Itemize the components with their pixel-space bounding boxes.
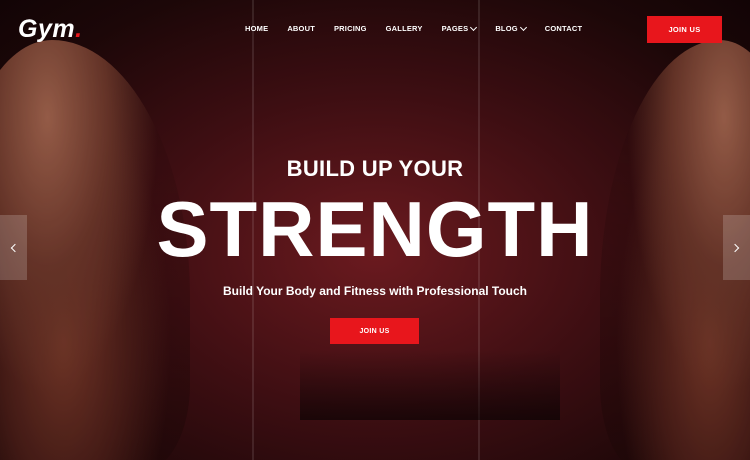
- hero-join-button[interactable]: JOIN US: [330, 318, 419, 344]
- slider-prev-button[interactable]: [0, 215, 27, 280]
- background-dumbbell-rack: [300, 350, 560, 420]
- nav-item-pages[interactable]: PAGES: [441, 23, 478, 33]
- site-header: Gym. HOME ABOUT PRICING GALLERY PAGES BL…: [0, 0, 750, 60]
- hero-pre-title: BUILD UP YOUR: [286, 156, 464, 181]
- logo-dot: .: [75, 15, 83, 43]
- chevron-down-icon: [470, 23, 478, 31]
- hero-title: STRENGTH: [156, 185, 594, 273]
- hero-tagline: Build Your Body and Fitness with Profess…: [222, 284, 528, 298]
- nav-item-about[interactable]: ABOUT: [287, 24, 315, 33]
- nav-label: ABOUT: [287, 24, 315, 33]
- logo-text: Gym: [18, 15, 76, 43]
- chevron-right-icon: [730, 243, 740, 252]
- brand-logo[interactable]: Gym.: [18, 15, 83, 44]
- nav-label: BLOG: [495, 24, 518, 33]
- slider-next-button[interactable]: [723, 215, 750, 280]
- nav-label: PAGES: [441, 24, 469, 33]
- chevron-down-icon: [519, 23, 527, 31]
- header-join-button[interactable]: JOIN US: [647, 16, 722, 43]
- nav-item-contact[interactable]: CONTACT: [545, 24, 583, 33]
- nav-item-blog[interactable]: BLOG: [495, 23, 527, 33]
- nav-label: CONTACT: [544, 24, 583, 33]
- main-navigation: HOME ABOUT PRICING GALLERY PAGES BLOG CO…: [245, 23, 601, 33]
- chevron-left-icon: [10, 243, 20, 252]
- nav-label: HOME: [245, 24, 269, 33]
- nav-item-home[interactable]: HOME: [245, 24, 268, 33]
- hero-section: Gym. HOME ABOUT PRICING GALLERY PAGES BL…: [0, 0, 750, 460]
- nav-label: PRICING: [333, 24, 367, 33]
- nav-label: GALLERY: [385, 24, 423, 33]
- nav-item-pricing[interactable]: PRICING: [334, 24, 367, 33]
- nav-item-gallery[interactable]: GALLERY: [386, 24, 423, 33]
